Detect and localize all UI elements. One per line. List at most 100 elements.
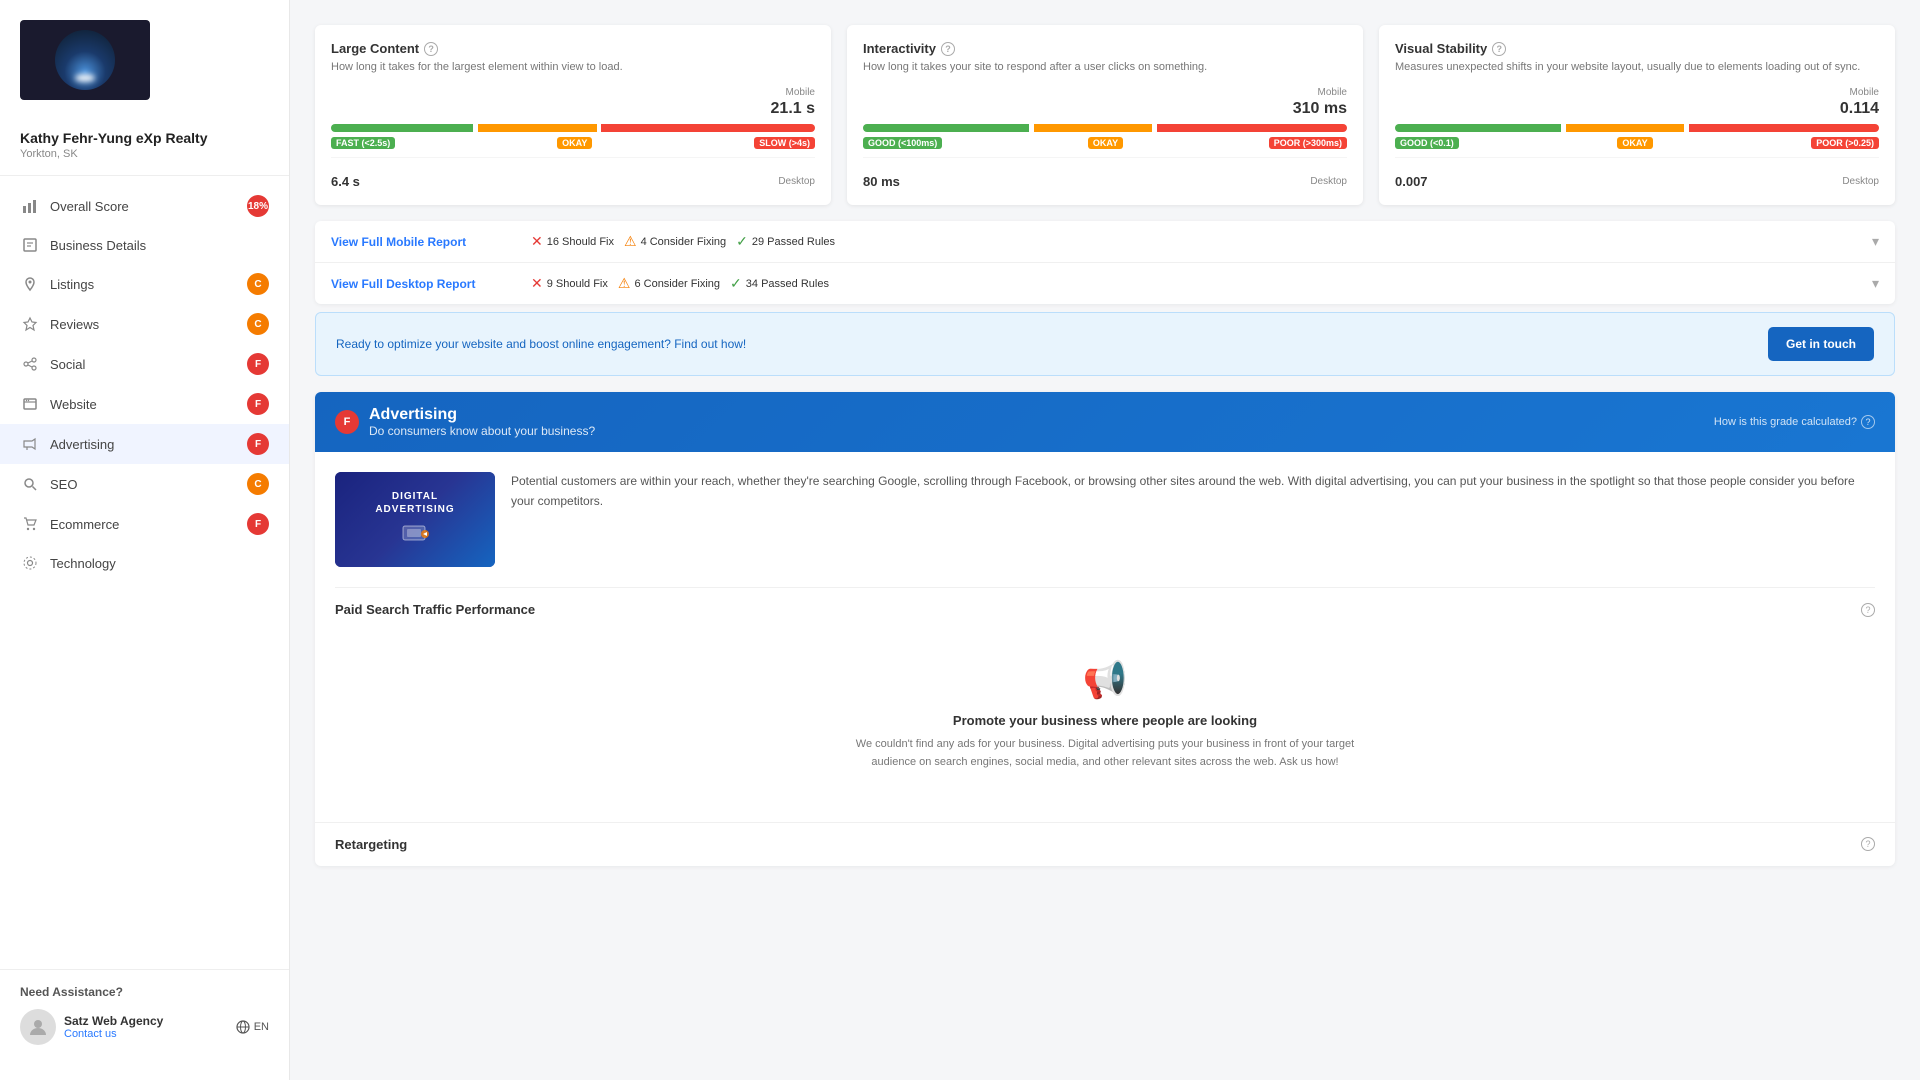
agency-details: Satz Web Agency Contact us [64,1014,163,1040]
okay-label: OKAY [1088,137,1123,149]
advertising-subtitle: Do consumers know about your business? [369,424,595,438]
paid-search-empty: 📢 Promote your business where people are… [335,629,1875,801]
large-content-desktop-label: Desktop [778,176,815,187]
large-content-card: Large Content ? How long it takes for th… [315,25,831,205]
chart-icon [20,196,40,216]
metric-cards-row: Large Content ? How long it takes for th… [315,25,1895,205]
visual-stability-desktop-value: 0.007 [1395,174,1428,189]
need-assistance-label: Need Assistance? [20,985,269,999]
website-badge: F [247,393,269,415]
poor-label: POOR (>300ms) [1269,137,1347,149]
visual-stability-desc: Measures unexpected shifts in your websi… [1395,60,1879,75]
bar-okay [478,124,597,132]
overall-score-label: Overall Score [50,199,247,214]
advertising-section: F Advertising Do consumers know about yo… [315,392,1895,865]
website-label: Website [50,397,247,412]
x-icon: ✕ [531,233,543,250]
ad-description: Potential customers are within your reac… [511,472,1875,510]
sidebar-item-business-details[interactable]: Business Details [0,226,289,264]
business-details-label: Business Details [50,238,269,253]
bar-poor [1689,124,1879,132]
large-content-desktop-value: 6.4 s [331,174,360,189]
desktop-consider-fixing-badge: ⚠ 6 Consider Fixing [618,275,720,292]
how-grade-link[interactable]: How is this grade calculated? ? [1714,415,1875,429]
overall-score-badge: 18% [247,195,269,217]
retargeting-info-icon[interactable]: ? [1861,837,1875,851]
interactivity-mobile-value: 310 ms [1293,100,1347,118]
desktop-report-row[interactable]: View Full Desktop Report ✕ 9 Should Fix … [315,263,1895,304]
sidebar-item-ecommerce[interactable]: Ecommerce F [0,504,289,544]
listings-badge: C [247,273,269,295]
cta-banner: Ready to optimize your website and boost… [315,312,1895,376]
sidebar-item-advertising[interactable]: Advertising F [0,424,289,464]
paid-search-title: Paid Search Traffic Performance [335,602,535,617]
user-location: Yorkton, SK [20,148,269,160]
advertising-grade-badge: F [335,410,359,434]
logo-graphic [55,30,115,90]
language-selector[interactable]: EN [236,1020,269,1034]
large-content-labels: FAST (<2.5s) OKAY SLOW (>4s) [331,137,815,149]
sidebar-item-reviews[interactable]: Reviews C [0,304,289,344]
technology-label: Technology [50,556,269,571]
desktop-report-expand-icon[interactable]: ▾ [1872,275,1879,292]
interactivity-card: Interactivity ? How long it takes your s… [847,25,1363,205]
large-content-bar [331,124,815,132]
ad-content-row: DIGITALADVERTISING Potential customers a… [335,472,1875,567]
interactivity-info-icon[interactable]: ? [941,42,955,56]
advertising-badge: F [247,433,269,455]
listings-icon [20,274,40,294]
bar-okay [1034,124,1153,132]
ad-image: DIGITALADVERTISING [335,472,495,567]
interactivity-labels: GOOD (<100ms) OKAY POOR (>300ms) [863,137,1347,149]
sidebar-item-website[interactable]: Website F [0,384,289,424]
visual-stability-bar [1395,124,1879,132]
retargeting-row: Retargeting ? [315,822,1895,866]
advertising-label: Advertising [50,437,247,452]
bar-fast [331,124,473,132]
get-in-touch-button[interactable]: Get in touch [1768,327,1874,361]
paid-search-info-icon[interactable]: ? [1861,603,1875,617]
agency-row: Satz Web Agency Contact us EN [20,1009,269,1045]
mobile-should-fix-text: 16 Should Fix [547,236,614,248]
large-content-desktop-row: 6.4 s Desktop [331,174,815,189]
bar-poor [1157,124,1347,132]
how-grade-text: How is this grade calculated? [1714,416,1857,428]
desktop-report-label: View Full Desktop Report [331,277,531,291]
visual-stability-mobile-value: 0.114 [1840,100,1879,118]
advertising-header: F Advertising Do consumers know about yo… [315,392,1895,452]
bar-okay [1566,124,1685,132]
website-icon [20,394,40,414]
ecommerce-label: Ecommerce [50,517,247,532]
sidebar-item-technology[interactable]: Technology [0,544,289,582]
ad-image-icon [375,524,454,549]
sidebar-item-listings[interactable]: Listings C [0,264,289,304]
mobile-report-row[interactable]: View Full Mobile Report ✕ 16 Should Fix … [315,221,1895,262]
poor-label: POOR (>0.25) [1811,137,1879,149]
desktop-passed-rules-text: 34 Passed Rules [746,278,829,290]
large-content-desc: How long it takes for the largest elemen… [331,60,815,75]
seo-badge: C [247,473,269,495]
mobile-report-label: View Full Mobile Report [331,235,531,249]
interactivity-mobile-value-row: 310 ms [863,100,1347,118]
advertising-title-group: Advertising Do consumers know about your… [369,406,595,438]
sidebar-item-social[interactable]: Social F [0,344,289,384]
mobile-report-expand-icon[interactable]: ▾ [1872,233,1879,250]
visual-stability-desktop-row: 0.007 Desktop [1395,174,1879,189]
social-badge: F [247,353,269,375]
sidebar-item-overall-score[interactable]: Overall Score 18% [0,186,289,226]
technology-icon [20,553,40,573]
empty-desc: We couldn't find any ads for your busine… [855,736,1355,771]
cta-text: Ready to optimize your website and boost… [336,337,746,351]
visual-stability-info-icon[interactable]: ? [1492,42,1506,56]
agency-contact-link[interactable]: Contact us [64,1028,163,1040]
large-content-info-icon[interactable]: ? [424,42,438,56]
sidebar-item-seo[interactable]: SEO C [0,464,289,504]
visual-stability-desktop-label: Desktop [1842,176,1879,187]
good-label: GOOD (<0.1) [1395,137,1459,149]
desktop-passed-rules-badge: ✓ 34 Passed Rules [730,275,829,292]
desktop-consider-fixing-text: 6 Consider Fixing [634,278,720,290]
logo-light [75,74,95,82]
advertising-icon [20,434,40,454]
large-content-mobile-value-row: 21.1 s [331,100,815,118]
language-label: EN [254,1021,269,1033]
